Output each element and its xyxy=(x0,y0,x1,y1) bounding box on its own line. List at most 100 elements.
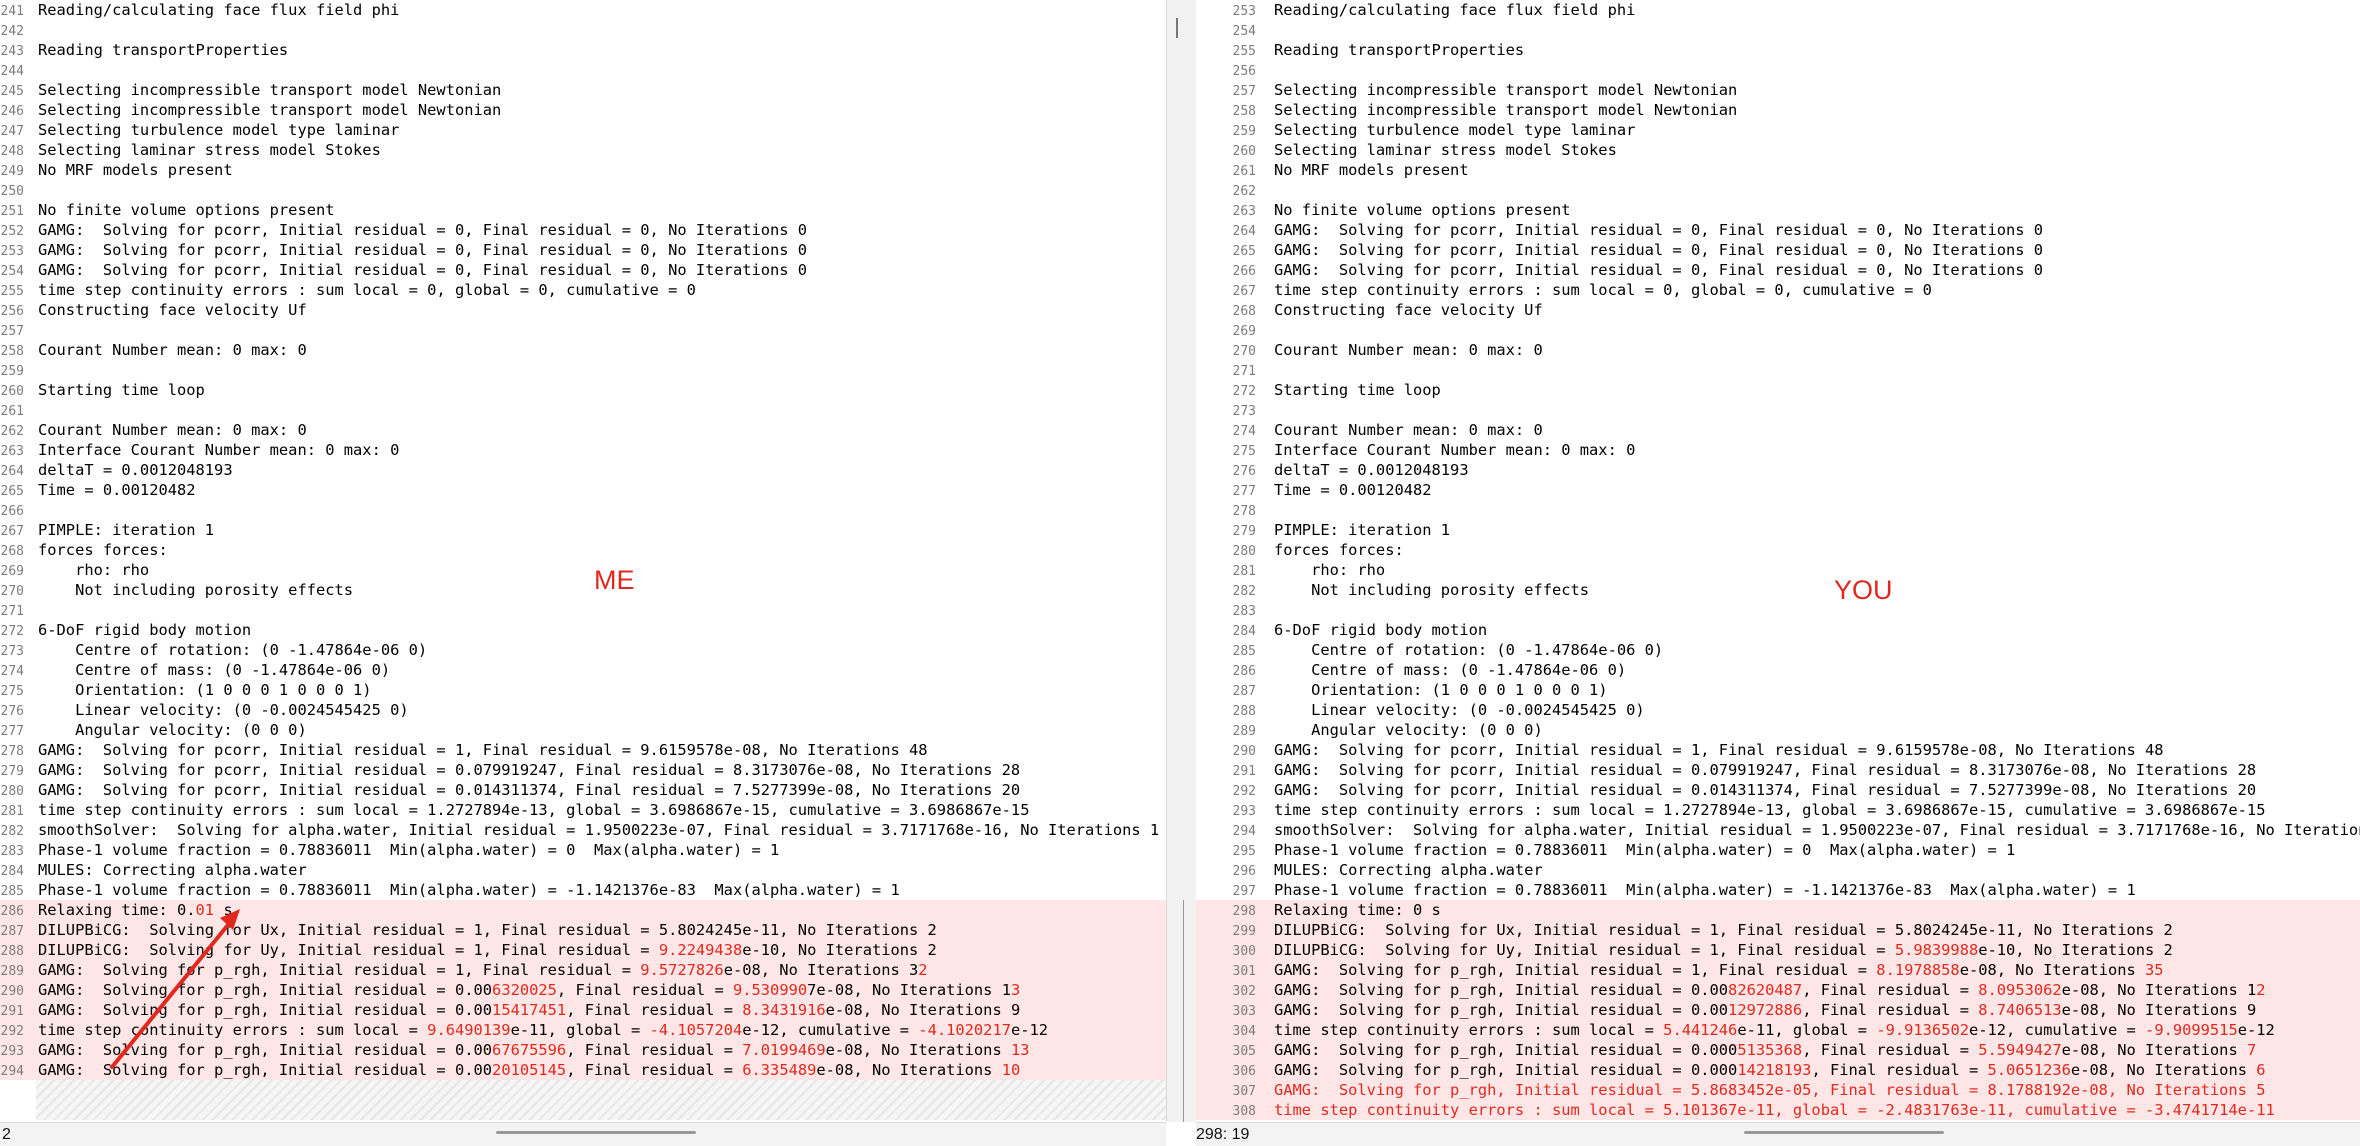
code-line[interactable]: 301 GAMG: Solving for p_rgh, Initial resi… xyxy=(1196,960,2360,980)
code-line[interactable]: 244 xyxy=(0,60,1166,80)
code-line[interactable]: 291 GAMG: Solving for pcorr, Initial resi… xyxy=(1196,760,2360,780)
code-line[interactable]: 286 Relaxing time: 0.01 s xyxy=(0,900,1166,920)
code-line[interactable]: 274 Centre of mass: (0 -1.47864e-06 0) xyxy=(0,660,1166,680)
code-line[interactable]: 307 GAMG: Solving for p_rgh, Initial resi… xyxy=(1196,1080,2360,1100)
code-line[interactable]: 280 forces forces: xyxy=(1196,540,2360,560)
code-line[interactable]: 265 GAMG: Solving for pcorr, Initial resi… xyxy=(1196,240,2360,260)
code-line[interactable]: 271 xyxy=(1196,360,2360,380)
code-line[interactable]: 246 Selecting incompressible transport mo… xyxy=(0,100,1166,120)
code-line[interactable]: 284 MULES: Correcting alpha.water xyxy=(0,860,1166,880)
code-line[interactable]: 284 6-DoF rigid body motion xyxy=(1196,620,2360,640)
code-line[interactable]: 263 Interface Courant Number mean: 0 max:… xyxy=(0,440,1166,460)
code-line[interactable]: 264 deltaT = 0.0012048193 xyxy=(0,460,1166,480)
code-line[interactable]: 281 time step continuity errors : sum loc… xyxy=(0,800,1166,820)
code-line[interactable]: 304 time step continuity errors : sum loc… xyxy=(1196,1020,2360,1040)
code-line[interactable]: 308 time step continuity errors : sum loc… xyxy=(1196,1100,2360,1120)
code-line[interactable]: 242 xyxy=(0,20,1166,40)
code-line[interactable]: 274 Courant Number mean: 0 max: 0 xyxy=(1196,420,2360,440)
code-line[interactable]: 289 Angular velocity: (0 0 0) xyxy=(1196,720,2360,740)
code-line[interactable]: 278 GAMG: Solving for pcorr, Initial resi… xyxy=(0,740,1166,760)
code-line[interactable]: 275 Orientation: (1 0 0 0 1 0 0 0 1) xyxy=(0,680,1166,700)
code-line[interactable]: 285 Phase-1 volume fraction = 0.78836011 … xyxy=(0,880,1166,900)
code-line[interactable]: 290 GAMG: Solving for pcorr, Initial resi… xyxy=(1196,740,2360,760)
code-line[interactable]: 257 xyxy=(0,320,1166,340)
code-line[interactable]: 279 GAMG: Solving for pcorr, Initial resi… xyxy=(0,760,1166,780)
code-line[interactable]: 262 xyxy=(1196,180,2360,200)
code-line[interactable]: 282 Not including porosity effects xyxy=(1196,580,2360,600)
code-line[interactable]: 263 No finite volume options present xyxy=(1196,200,2360,220)
code-line[interactable]: 241 Reading/calculating face flux field p… xyxy=(0,0,1166,20)
code-line[interactable]: 293 time step continuity errors : sum loc… xyxy=(1196,800,2360,820)
code-line[interactable]: 288 DILUPBiCG: Solving for Uy, Initial re… xyxy=(0,940,1166,960)
code-line[interactable]: 256 Constructing face velocity Uf xyxy=(0,300,1166,320)
code-line[interactable]: 303 GAMG: Solving for p_rgh, Initial resi… xyxy=(1196,1000,2360,1020)
code-line[interactable]: 288 Linear velocity: (0 -0.0024545425 0) xyxy=(1196,700,2360,720)
code-line[interactable]: 287 DILUPBiCG: Solving for Ux, Initial re… xyxy=(0,920,1166,940)
code-line[interactable]: 258 Courant Number mean: 0 max: 0 xyxy=(0,340,1166,360)
code-line[interactable]: 277 Time = 0.00120482 xyxy=(1196,480,2360,500)
code-line[interactable]: 275 Interface Courant Number mean: 0 max:… xyxy=(1196,440,2360,460)
code-line[interactable]: 277 Angular velocity: (0 0 0) xyxy=(0,720,1166,740)
code-line[interactable]: 270 Courant Number mean: 0 max: 0 xyxy=(1196,340,2360,360)
code-line[interactable]: 287 Orientation: (1 0 0 0 1 0 0 0 1) xyxy=(1196,680,2360,700)
code-line[interactable]: 280 GAMG: Solving for pcorr, Initial resi… xyxy=(0,780,1166,800)
code-line[interactable]: 262 Courant Number mean: 0 max: 0 xyxy=(0,420,1166,440)
code-line[interactable]: 251 No finite volume options present xyxy=(0,200,1166,220)
code-line[interactable]: 297 Phase-1 volume fraction = 0.78836011 … xyxy=(1196,880,2360,900)
code-line[interactable]: 289 GAMG: Solving for p_rgh, Initial resi… xyxy=(0,960,1166,980)
code-line[interactable]: 294 GAMG: Solving for p_rgh, Initial resi… xyxy=(0,1060,1166,1080)
code-line[interactable]: 259 Selecting turbulence model type lamin… xyxy=(1196,120,2360,140)
code-line[interactable]: 296 MULES: Correcting alpha.water xyxy=(1196,860,2360,880)
code-line[interactable]: 290 GAMG: Solving for p_rgh, Initial resi… xyxy=(0,980,1166,1000)
code-line[interactable]: 294 smoothSolver: Solving for alpha.water… xyxy=(1196,820,2360,840)
code-line[interactable]: 292 GAMG: Solving for pcorr, Initial resi… xyxy=(1196,780,2360,800)
code-line[interactable]: 267 PIMPLE: iteration 1 xyxy=(0,520,1166,540)
code-line[interactable]: 267 time step continuity errors : sum loc… xyxy=(1196,280,2360,300)
code-line[interactable]: 250 xyxy=(0,180,1166,200)
code-line[interactable]: 252 GAMG: Solving for pcorr, Initial resi… xyxy=(0,220,1166,240)
code-line[interactable]: 273 xyxy=(1196,400,2360,420)
code-line[interactable]: 265 Time = 0.00120482 xyxy=(0,480,1166,500)
code-line[interactable]: 276 deltaT = 0.0012048193 xyxy=(1196,460,2360,480)
code-line[interactable]: 247 Selecting turbulence model type lamin… xyxy=(0,120,1166,140)
code-line[interactable]: 282 smoothSolver: Solving for alpha.water… xyxy=(0,820,1166,840)
code-line[interactable]: 255 Reading transportProperties xyxy=(1196,40,2360,60)
code-line[interactable]: 273 Centre of rotation: (0 -1.47864e-06 … xyxy=(0,640,1166,660)
code-line[interactable]: 278 xyxy=(1196,500,2360,520)
code-line[interactable]: 261 xyxy=(0,400,1166,420)
code-line[interactable]: 306 GAMG: Solving for p_rgh, Initial resi… xyxy=(1196,1060,2360,1080)
code-line[interactable]: 248 Selecting laminar stress model Stokes xyxy=(0,140,1166,160)
code-line[interactable]: 283 xyxy=(1196,600,2360,620)
code-line[interactable]: 260 Starting time loop xyxy=(0,380,1166,400)
code-line[interactable]: 271 xyxy=(0,600,1166,620)
code-line[interactable]: 283 Phase-1 volume fraction = 0.78836011 … xyxy=(0,840,1166,860)
left-horizontal-scrollbar[interactable] xyxy=(496,1131,696,1134)
code-line[interactable]: 292 time step continuity errors : sum loc… xyxy=(0,1020,1166,1040)
code-line[interactable]: 281 rho: rho xyxy=(1196,560,2360,580)
code-line[interactable]: 266 GAMG: Solving for pcorr, Initial resi… xyxy=(1196,260,2360,280)
code-line[interactable]: 249 No MRF models present xyxy=(0,160,1166,180)
code-line[interactable]: 261 No MRF models present xyxy=(1196,160,2360,180)
code-line[interactable]: 268 forces forces: xyxy=(0,540,1166,560)
code-line[interactable]: 253 GAMG: Solving for pcorr, Initial resi… xyxy=(0,240,1166,260)
code-line[interactable]: 286 Centre of mass: (0 -1.47864e-06 0) xyxy=(1196,660,2360,680)
right-horizontal-scrollbar[interactable] xyxy=(1744,1131,1944,1134)
code-line[interactable]: 255 time step continuity errors : sum loc… xyxy=(0,280,1166,300)
code-line[interactable]: 245 Selecting incompressible transport mo… xyxy=(0,80,1166,100)
code-line[interactable]: 260 Selecting laminar stress model Stokes xyxy=(1196,140,2360,160)
code-line[interactable]: 300 DILUPBiCG: Solving for Uy, Initial re… xyxy=(1196,940,2360,960)
code-line[interactable]: 257 Selecting incompressible transport mo… xyxy=(1196,80,2360,100)
code-line[interactable]: 285 Centre of rotation: (0 -1.47864e-06 … xyxy=(1196,640,2360,660)
code-line[interactable]: 279 PIMPLE: iteration 1 xyxy=(1196,520,2360,540)
code-line[interactable]: 302 GAMG: Solving for p_rgh, Initial resi… xyxy=(1196,980,2360,1000)
code-line[interactable]: 269 rho: rho xyxy=(0,560,1166,580)
code-line[interactable]: 272 6-DoF rigid body motion xyxy=(0,620,1166,640)
right-editor-pane[interactable]: 253 Reading/calculating face flux field p… xyxy=(1196,0,2360,1122)
code-line[interactable]: 254 GAMG: Solving for pcorr, Initial resi… xyxy=(0,260,1166,280)
code-line[interactable]: 254 xyxy=(1196,20,2360,40)
code-line[interactable]: 276 Linear velocity: (0 -0.0024545425 0) xyxy=(0,700,1166,720)
left-editor-pane[interactable]: 241 Reading/calculating face flux field p… xyxy=(0,0,1166,1122)
diff-gutter[interactable] xyxy=(1166,0,1198,1122)
code-line[interactable]: 295 Phase-1 volume fraction = 0.78836011 … xyxy=(1196,840,2360,860)
code-line[interactable]: 253 Reading/calculating face flux field p… xyxy=(1196,0,2360,20)
